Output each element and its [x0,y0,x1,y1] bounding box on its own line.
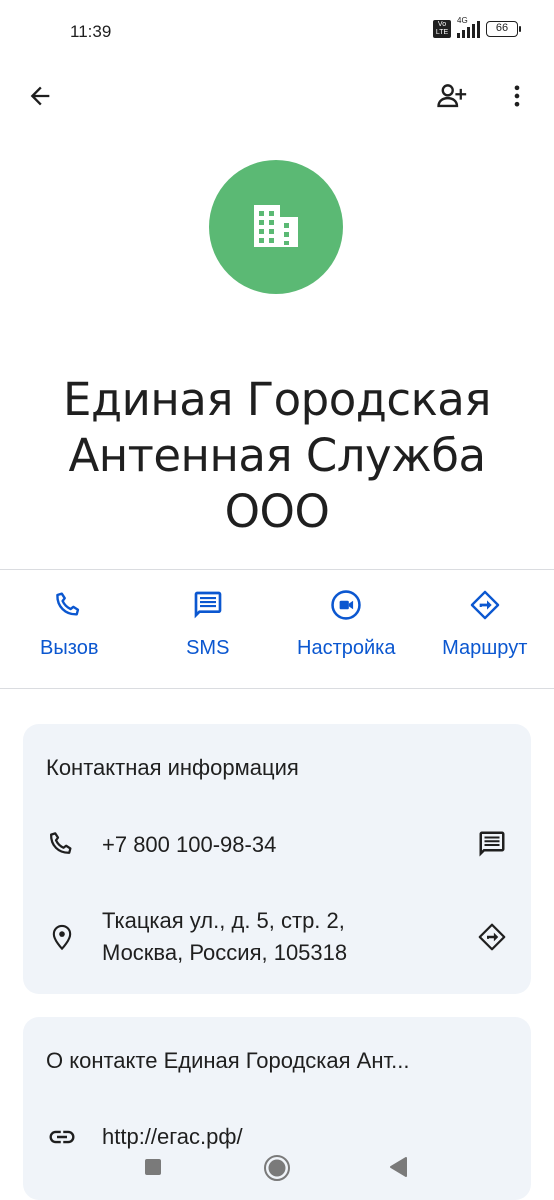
person-add-icon [437,84,467,108]
contact-name-line: ООО [224,485,330,538]
circle-icon [264,1155,290,1181]
sms-action-label: SMS [186,637,230,659]
home-button[interactable] [263,1154,291,1182]
more-vert-icon [514,85,520,107]
triangle-back-icon [390,1157,407,1177]
directions-action-label: Маршрут [442,637,528,659]
status-bar: 11:39 Vo LTE 4G 66 [0,0,554,64]
call-action-button[interactable]: Вызов [0,585,139,660]
square-icon [145,1159,161,1175]
address[interactable]: Ткацкая ул., д. 5, стр. 2, Москва, Росси… [102,905,347,969]
contact-info-title: Контактная информация [46,755,299,780]
call-action-label: Вызов [40,637,99,659]
business-icon [254,205,298,247]
divider [0,688,554,689]
contact-avatar [209,160,343,294]
top-app-bar [0,72,554,120]
more-options-button[interactable] [493,72,541,120]
volte-icon: Vo LTE [433,20,451,38]
signal-icon: 4G [457,16,480,38]
arrow-back-icon [30,86,50,106]
video-icon [331,590,361,620]
setup-action-button[interactable]: Настройка [277,585,416,660]
battery-icon: 66 [486,21,521,37]
contact-name-line: Единая Городская [63,373,491,426]
phone-icon [56,592,80,616]
back-button[interactable] [16,72,64,120]
message-icon [194,591,222,619]
system-navigation-bar [0,1134,554,1200]
phone-number[interactable]: +7 800 100-98-34 [102,829,276,861]
contact-info-card: Контактная информация +7 800 100-98-34 Т… [23,724,531,994]
address-line: Москва, Россия, 105318 [102,940,348,965]
directions-icon [478,923,506,951]
phone-icon [49,832,72,854]
about-title: О контакте Единая Городская Ант... [46,1048,410,1073]
divider [0,569,554,570]
recents-button[interactable] [144,1158,162,1176]
setup-action-label: Настройка [297,637,396,659]
status-time: 11:39 [70,22,112,41]
sms-action-button[interactable]: SMS [139,585,278,660]
address-row-icon [42,917,82,957]
contact-name: Единая Городская Антенная Служба ООО [20,372,534,540]
add-to-contacts-button[interactable] [428,72,476,120]
location-pin-icon [52,924,72,951]
back-nav-button[interactable] [388,1156,408,1178]
directions-icon [470,590,500,620]
address-directions-button[interactable] [472,917,512,957]
directions-action-button[interactable]: Маршрут [416,585,554,660]
address-line: Ткацкая ул., д. 5, стр. 2, [102,908,345,933]
contact-name-line: Антенная Служба [68,429,486,482]
network-type: 4G [457,16,468,25]
send-sms-button[interactable] [472,824,512,864]
message-icon [479,831,505,857]
quick-actions: Вызов SMS Настройка Маршрут [0,585,554,660]
status-icons: Vo LTE 4G 66 [433,16,521,38]
phone-row-icon [42,824,82,864]
